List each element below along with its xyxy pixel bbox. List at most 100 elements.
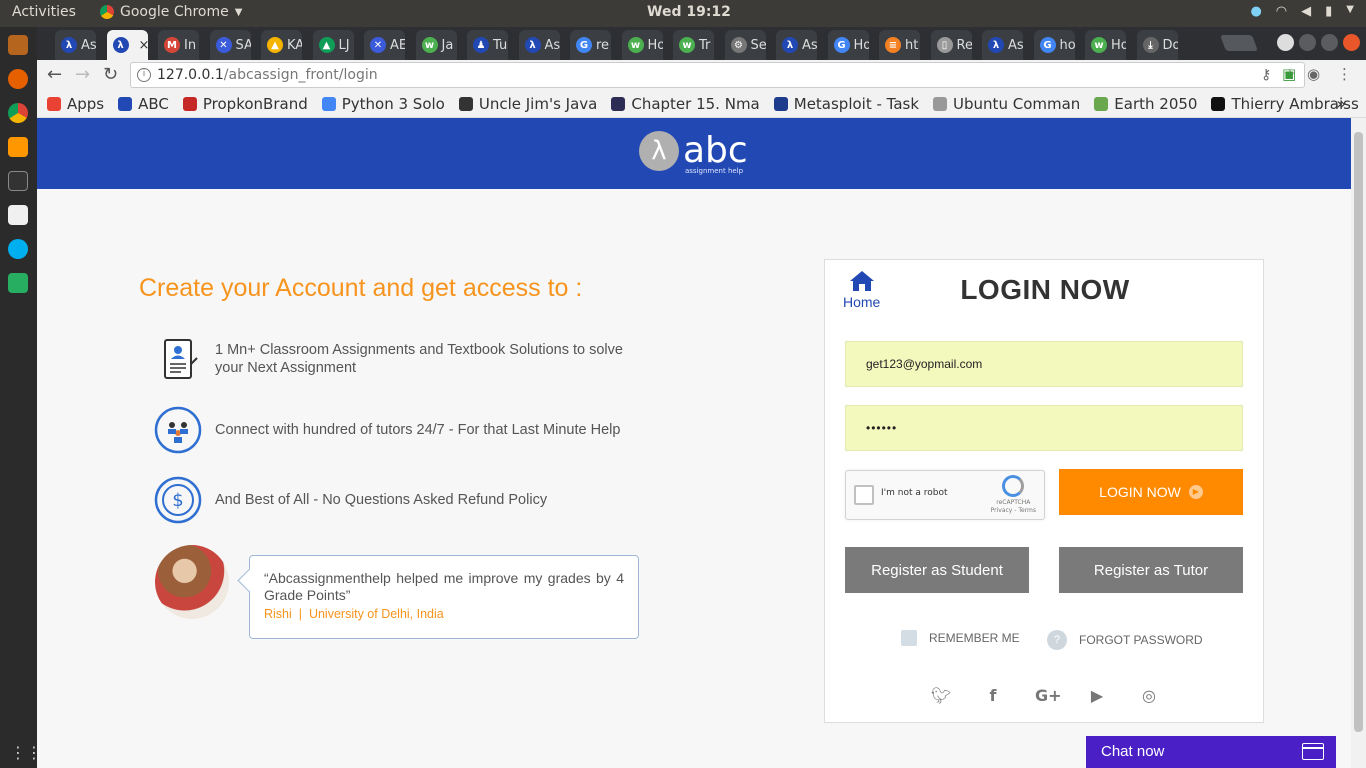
back-button[interactable]: ← bbox=[47, 64, 62, 85]
sublime-text-icon[interactable] bbox=[8, 137, 28, 157]
bookmark-item[interactable]: Python 3 Solo bbox=[321, 95, 445, 113]
facebook-icon[interactable]: f bbox=[983, 686, 1003, 705]
forgot-password-label: FORGOT PASSWORD bbox=[1079, 633, 1203, 647]
browser-tab[interactable]: λ As bbox=[776, 30, 817, 60]
youtube-icon[interactable]: ▶ bbox=[1087, 686, 1107, 705]
meeting-icon[interactable] bbox=[8, 273, 28, 293]
browser-tab[interactable]: λ As bbox=[982, 30, 1023, 60]
register-student-button[interactable]: Register as Student bbox=[845, 547, 1029, 593]
bookmark-item[interactable]: Apps bbox=[47, 95, 104, 113]
address-bar[interactable]: i 127.0.0.1/abcassign_front/login ⚷ ☆ bbox=[130, 62, 1305, 88]
browser-tab[interactable]: w Tr bbox=[673, 30, 714, 60]
scrollbar-thumb[interactable] bbox=[1354, 132, 1363, 732]
bookmark-item[interactable]: Chapter 15. Nma bbox=[611, 95, 760, 113]
browser-tab[interactable]: ▲ KA bbox=[261, 30, 302, 60]
battery-icon[interactable]: ▮ bbox=[1325, 4, 1332, 19]
password-field[interactable]: •••••• bbox=[845, 405, 1243, 451]
browser-tab[interactable]: Gho bbox=[1033, 30, 1075, 60]
browser-tab[interactable]: w Ja bbox=[415, 30, 457, 60]
feature-item: $ And Best of All - No Questions Asked R… bbox=[153, 475, 547, 525]
close-window-button[interactable] bbox=[1343, 34, 1360, 51]
stackoverflow-icon: ≡ bbox=[885, 37, 901, 53]
bookmark-item[interactable]: Earth 2050 bbox=[1094, 95, 1197, 113]
bookmark-item[interactable]: ABC bbox=[118, 95, 169, 113]
launcher-dock: ⋮⋮ bbox=[0, 27, 42, 768]
recaptcha-links[interactable]: Privacy - Terms bbox=[991, 507, 1036, 515]
chrome-icon[interactable] bbox=[8, 103, 28, 123]
bookmark-label: Earth 2050 bbox=[1114, 94, 1198, 113]
firefox-icon[interactable] bbox=[8, 69, 28, 89]
browser-tab[interactable]: ✕ AE bbox=[364, 30, 405, 60]
remember-me[interactable]: REMEMBER ME bbox=[901, 630, 1020, 646]
testimonial-avatar bbox=[155, 545, 229, 619]
browser-tab[interactable]: λ As bbox=[55, 30, 96, 60]
browser-tab[interactable]: ▯ Re bbox=[930, 30, 972, 60]
volume-icon[interactable]: ◀ bbox=[1301, 4, 1311, 19]
reload-button[interactable]: ↻ bbox=[103, 64, 118, 85]
activities-button[interactable]: Activities bbox=[12, 4, 76, 20]
feature-item: Connect with hundred of tutors 24/7 - Fo… bbox=[153, 405, 620, 455]
terminal-icon[interactable] bbox=[8, 171, 28, 191]
browser-tab[interactable]: w Ho bbox=[1085, 30, 1126, 60]
instagram-icon[interactable]: ◎ bbox=[1139, 686, 1159, 705]
bookmark-item[interactable]: Uncle Jim's Java bbox=[458, 95, 597, 113]
more-bookmarks-icon[interactable]: » bbox=[1336, 94, 1346, 113]
browser-tab[interactable]: Gre bbox=[570, 30, 611, 60]
page-scrollbar[interactable] bbox=[1351, 118, 1366, 768]
tab-label: ho bbox=[1059, 37, 1075, 53]
recaptcha-checkbox[interactable] bbox=[854, 485, 874, 505]
account-icon[interactable] bbox=[1277, 34, 1294, 51]
browser-tab[interactable]: ≡ ht bbox=[879, 30, 920, 60]
browser-tab[interactable]: λ As bbox=[518, 30, 560, 60]
browser-tab[interactable]: λ × bbox=[106, 30, 148, 60]
chrome-icon bbox=[100, 5, 114, 19]
email-field[interactable]: get123@yopmail.com bbox=[845, 341, 1243, 387]
site-logo[interactable]: λ abc assignment help bbox=[639, 131, 748, 175]
recaptcha-logo: reCAPTCHA Privacy - Terms bbox=[991, 475, 1036, 515]
app-menu[interactable]: Google Chrome ▼ bbox=[100, 4, 242, 20]
browser-tab[interactable]: G Ho bbox=[827, 30, 869, 60]
text-editor-icon[interactable] bbox=[8, 205, 28, 225]
register-tutor-button[interactable]: Register as Tutor bbox=[1059, 547, 1243, 593]
key-icon[interactable]: ⚷ bbox=[1261, 63, 1271, 87]
minimize-button[interactable] bbox=[1299, 34, 1316, 51]
system-clock[interactable]: Wed 19:12 bbox=[647, 4, 731, 20]
forgot-password-link[interactable]: ? FORGOT PASSWORD bbox=[1047, 630, 1203, 650]
login-button[interactable]: LOGIN NOW ▶ bbox=[1059, 469, 1243, 515]
system-top-bar: Activities Google Chrome ▼ Wed 19:12 ● ◠… bbox=[0, 0, 1366, 27]
chat-now-widget[interactable]: Chat now bbox=[1086, 736, 1336, 768]
bookmark-item[interactable]: Metasploit - Task bbox=[773, 95, 919, 113]
maximize-button[interactable] bbox=[1321, 34, 1338, 51]
browser-tab[interactable]: ⤓ Do bbox=[1136, 30, 1178, 60]
wifi-icon[interactable]: ◠ bbox=[1276, 4, 1287, 19]
logo-tagline: assignment help bbox=[685, 167, 744, 175]
forward-button[interactable]: → bbox=[75, 64, 90, 85]
tab-label: Tr bbox=[699, 37, 711, 53]
chrome-menu-icon[interactable]: ⋮ bbox=[1337, 65, 1352, 83]
new-tab-button[interactable] bbox=[1220, 35, 1258, 51]
tab-label: Tu bbox=[493, 37, 508, 53]
close-tab-icon[interactable]: × bbox=[139, 38, 148, 53]
site-info-icon[interactable]: i bbox=[137, 68, 151, 82]
bookmark-item[interactable]: PropkonBrand bbox=[182, 95, 308, 113]
skype-icon[interactable] bbox=[8, 239, 28, 259]
skype-tray-icon[interactable]: ● bbox=[1250, 4, 1261, 19]
google-plus-icon[interactable]: G+ bbox=[1035, 686, 1062, 705]
extension-icon[interactable]: ▣ bbox=[1282, 65, 1296, 83]
remember-me-checkbox[interactable] bbox=[901, 630, 917, 646]
bookmark-item[interactable]: Ubuntu Comman bbox=[933, 95, 1080, 113]
twitter-icon[interactable]: 🐦︎ bbox=[931, 686, 951, 705]
feature-item: 1 Mn+ Classroom Assignments and Textbook… bbox=[153, 334, 645, 384]
browser-tab[interactable]: ✕ SA bbox=[209, 30, 251, 60]
browser-tab[interactable]: ♟ Tu bbox=[467, 30, 508, 60]
browser-tab[interactable]: w Ho bbox=[621, 30, 663, 60]
browser-tab[interactable]: M In bbox=[158, 30, 199, 60]
files-icon[interactable] bbox=[8, 35, 28, 55]
chevron-down-icon: ▼ bbox=[234, 6, 243, 18]
lambda-icon: λ bbox=[112, 37, 129, 53]
browser-tab[interactable]: ▲ LJ bbox=[312, 30, 354, 60]
browser-tab[interactable]: ⚙ Se bbox=[724, 30, 766, 60]
chevron-down-icon[interactable]: ▼ bbox=[1346, 4, 1354, 19]
system-tray[interactable]: ● ◠ ◀ ▮ ▼ bbox=[1250, 4, 1354, 19]
screenshot-extension-icon[interactable]: ◉ bbox=[1307, 65, 1320, 83]
